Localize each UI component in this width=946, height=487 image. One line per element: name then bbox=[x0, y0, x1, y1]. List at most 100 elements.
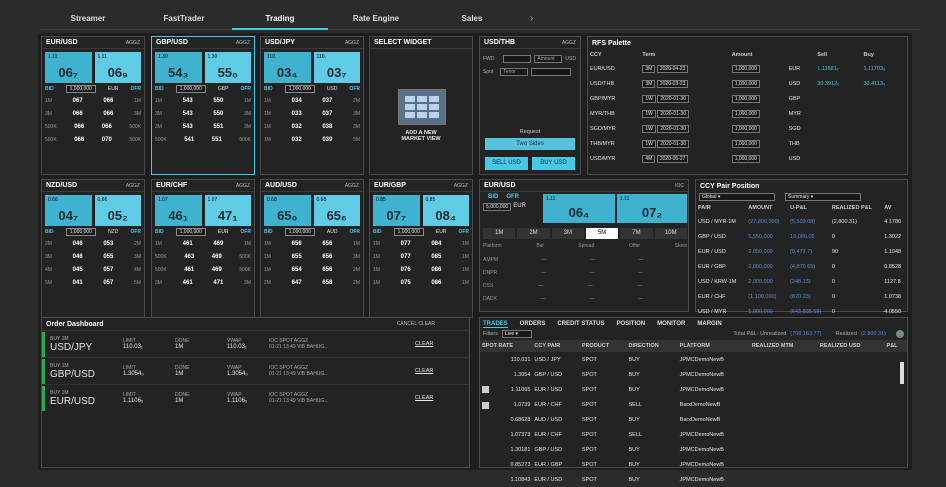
rfs-sell[interactable] bbox=[815, 151, 861, 166]
row-select-checkbox[interactable] bbox=[482, 402, 489, 409]
trade-row[interactable]: 1.3054 GBP / USD SPOT BUY JPMCDemoNewB bbox=[480, 367, 907, 382]
tenor-button[interactable]: 2M bbox=[517, 228, 550, 239]
order-row[interactable]: BUY 1M EUR/USD LIMIT 1.1106₅ DONE 1M VWAP 1.110… bbox=[42, 384, 469, 411]
rfs-amount-input[interactable]: 1,000,000 bbox=[731, 79, 760, 88]
rfs-amount-input[interactable]: 1,000,000 bbox=[731, 154, 760, 163]
trade-row[interactable]: 1.11065 EUR / USD SPOT BUY JPMCDemoNewB bbox=[480, 382, 907, 397]
trade-row[interactable]: 110.031 USD / JPY SPOT BUY JPMCDemoNewB bbox=[480, 352, 907, 367]
tenor-button[interactable]: 7M bbox=[620, 228, 653, 239]
tab-sales[interactable]: Sales bbox=[424, 8, 520, 30]
filters-select[interactable]: Live ▾ bbox=[501, 330, 532, 338]
amount-input[interactable]: 1,000,000 bbox=[65, 84, 96, 93]
amount-input[interactable]: 1,000,000 bbox=[65, 227, 96, 236]
rfs-amount-input[interactable]: 1,000,000 bbox=[731, 139, 760, 148]
export-icon[interactable] bbox=[896, 330, 904, 338]
rfs-buy[interactable] bbox=[861, 91, 907, 106]
bid-tile[interactable]: 1.07 46₁ bbox=[155, 195, 202, 226]
rfs-date-input[interactable]: 2020-01-30 bbox=[657, 124, 689, 133]
ofr-tile[interactable]: 0.66 05₂ bbox=[94, 195, 141, 226]
ofr-tile[interactable]: 110. 03₇ bbox=[313, 52, 360, 83]
ofr-tile[interactable]: 1.11 06₉ bbox=[94, 52, 141, 83]
rfs-tenor-input[interactable]: 1W bbox=[642, 124, 656, 133]
rfs-sell[interactable] bbox=[815, 91, 861, 106]
tenor-input[interactable]: Tenor bbox=[500, 67, 529, 76]
trades-header[interactable]: CCY PAIR bbox=[532, 340, 580, 352]
order-clear-button[interactable]: CLEAR bbox=[415, 368, 433, 374]
ccy-row[interactable]: USD / KRW-1M 2,000,000 (248.13) 0 1127.8 bbox=[696, 274, 907, 289]
trades-tab[interactable]: MONITOR bbox=[657, 321, 685, 328]
trades-tab[interactable]: MARGIN bbox=[697, 321, 721, 328]
rfs-amount-input[interactable]: 1,000,000 bbox=[731, 64, 760, 73]
ccy-row[interactable]: USD / MYR-1M (27,800,000) (5,503.08) (2,800… bbox=[696, 214, 907, 229]
fwd-input[interactable] bbox=[503, 54, 532, 63]
rfs-date-input[interactable]: 2020-05-27 bbox=[656, 154, 689, 163]
ccy-filter-global[interactable]: Global ▾ bbox=[699, 193, 775, 201]
rfs-buy[interactable]: 1.11703₈ bbox=[861, 61, 907, 76]
amount-input[interactable]: 1,000,000 bbox=[284, 227, 315, 236]
ladder-row[interactable]: 2M 046 053 2M bbox=[45, 237, 141, 250]
ladder-row[interactable]: 3M 461 471 3M bbox=[155, 276, 251, 289]
sell-usd-button[interactable]: SELL USD bbox=[485, 157, 528, 170]
ladder-row[interactable]: 1M 032 039 5M bbox=[264, 133, 360, 146]
rfs-buy[interactable] bbox=[861, 106, 907, 121]
ladder-row[interactable]: 1M 655 656 3M bbox=[264, 250, 360, 263]
rfs-tenor-input[interactable]: 1W bbox=[642, 109, 656, 118]
ladder-row[interactable]: 500K 461 469 500K bbox=[155, 263, 251, 276]
rfs-amount-input[interactable]: 1,000,000 bbox=[731, 94, 760, 103]
rfs-buy[interactable] bbox=[861, 121, 907, 136]
ladder-row[interactable]: 1M 077 084 1M bbox=[373, 237, 469, 250]
clear-all-button[interactable]: CLEAR bbox=[418, 321, 435, 327]
ladder-row[interactable]: 4M 045 057 4M bbox=[45, 263, 141, 276]
trade-row[interactable]: 0.85273 EUR / GBP SPOT BUY JPMCDemoNewB bbox=[480, 457, 907, 472]
rfs-sell[interactable] bbox=[815, 121, 861, 136]
trade-row[interactable]: 1.0739 EUR / CHF SPOT SELL BarxDemoNewB bbox=[480, 397, 907, 412]
rfs-row[interactable]: USD/MYR 4M 2020-05-27 1,000,000 USD bbox=[588, 151, 907, 166]
rfs-amount-input[interactable]: 1,000,000 bbox=[731, 109, 760, 118]
tenor-button[interactable]: 5M bbox=[585, 228, 619, 239]
rfs-amount-input[interactable]: 1,000,000 bbox=[731, 124, 760, 133]
rfs-sell[interactable] bbox=[815, 136, 861, 151]
rfs-date-input[interactable]: 2020-01-30 bbox=[657, 94, 689, 103]
ofr-tile[interactable]: 0.68 65₆ bbox=[313, 195, 360, 226]
bid-tile[interactable]: 1.11 06₇ bbox=[45, 52, 92, 83]
add-market-view-button[interactable] bbox=[398, 89, 446, 125]
rfs-tenor-input[interactable]: 3M bbox=[642, 64, 656, 73]
ccy-row[interactable]: EUR / GBP 2,000,000 (4,870.65) 0 0.8528 bbox=[696, 259, 907, 274]
trades-header[interactable]: PLATFORM bbox=[677, 340, 750, 352]
ccy-header[interactable]: PAIR bbox=[696, 202, 746, 214]
rfs-tenor-input[interactable]: 3M bbox=[642, 79, 656, 88]
big-amount-input[interactable]: 5,000,000 bbox=[483, 203, 512, 211]
trade-row[interactable]: 0.68628 AUD / USD SPOT BUY BarxDemoNewB bbox=[480, 412, 907, 427]
rfs-date-input[interactable]: 2020-01-30 bbox=[657, 139, 689, 148]
ladder-row[interactable]: 1M 654 656 2M bbox=[264, 263, 360, 276]
ladder-row[interactable]: 500K 541 551 500K bbox=[155, 133, 251, 146]
ladder-row[interactable]: 2M 647 658 2M bbox=[264, 276, 360, 289]
ladder-row[interactable]: 3M 046 055 3M bbox=[45, 250, 141, 263]
rfs-tenor-input[interactable]: 1W bbox=[642, 139, 656, 148]
order-clear-button[interactable]: CLEAR bbox=[415, 341, 433, 347]
ladder-row[interactable]: 1M 067 066 1M bbox=[45, 94, 141, 107]
ladder-row[interactable]: 1M 656 656 1M bbox=[264, 237, 360, 250]
ccy-filter-summary[interactable]: Summary ▾ bbox=[785, 193, 861, 201]
trades-tab[interactable]: CREDIT STATUS bbox=[557, 321, 604, 328]
trade-row[interactable]: 1.07373 EUR / CHF SPOT SELL JPMCDemoNewB bbox=[480, 427, 907, 442]
ladder-row[interactable]: 5M 041 057 5M bbox=[45, 276, 141, 289]
ccy-header[interactable]: AV bbox=[882, 202, 907, 214]
rfs-buy[interactable] bbox=[861, 151, 907, 166]
order-row[interactable]: BUY 1M USD/JPY LIMIT 110.03₁ DONE 1M VWAP 110.0… bbox=[42, 330, 469, 357]
ladder-row[interactable]: 1M 543 550 1M bbox=[155, 94, 251, 107]
amount-input[interactable]: 1,000,000 bbox=[393, 227, 424, 236]
ladder-row[interactable]: 1M 034 037 2M bbox=[264, 94, 360, 107]
ladder-row[interactable]: 1M 033 037 3M bbox=[264, 107, 360, 120]
tab-trading[interactable]: Trading bbox=[232, 8, 328, 30]
order-row[interactable]: BUY 1M GBP/USD LIMIT 1.3054₀ DONE 1M VWAP 1.305… bbox=[42, 357, 469, 384]
ladder-row[interactable]: 1M 077 085 1M bbox=[373, 250, 469, 263]
bid-tile[interactable]: 110. 03₄ bbox=[264, 52, 311, 83]
rfs-row[interactable]: EUR/USD 3M 2020-04-23 1,000,000 EUR 1.11681₇… bbox=[588, 61, 907, 76]
rfs-tenor-input[interactable]: 1W bbox=[642, 94, 656, 103]
big-ofr-tile[interactable]: 1.11 07₂ bbox=[617, 194, 687, 223]
ccy-row[interactable]: GBP / USD 5,550,000 19,080.05 0 1.3022 bbox=[696, 229, 907, 244]
bid-tile[interactable]: 1.30 54₃ bbox=[155, 52, 202, 83]
tenor-button[interactable]: 3M bbox=[551, 228, 584, 239]
amount-input[interactable]: 1,000,000 bbox=[284, 84, 315, 93]
